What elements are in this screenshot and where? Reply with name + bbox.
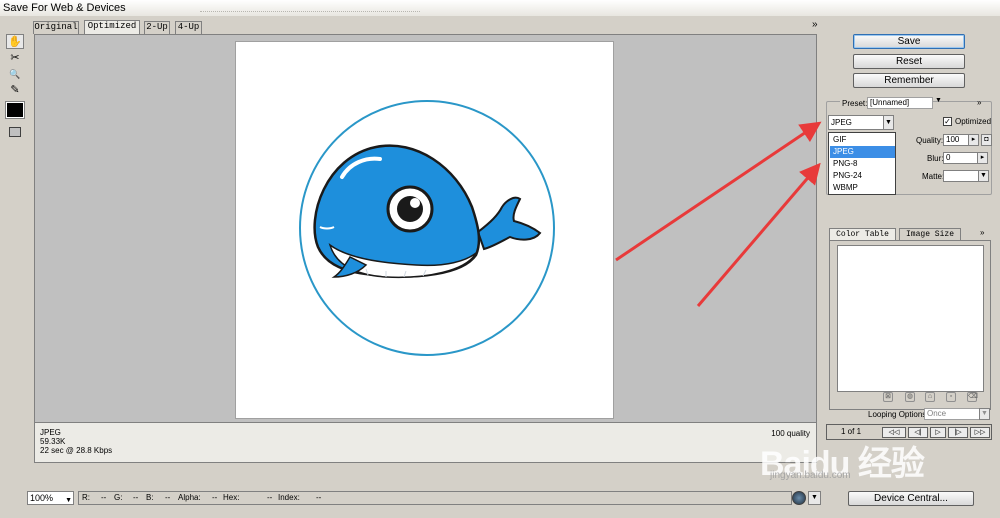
annotation-arrow-2: [696, 162, 821, 307]
baidu-watermark-url: jingyan.baidu.com: [770, 470, 851, 481]
annotation-arrow-1: [615, 121, 822, 262]
